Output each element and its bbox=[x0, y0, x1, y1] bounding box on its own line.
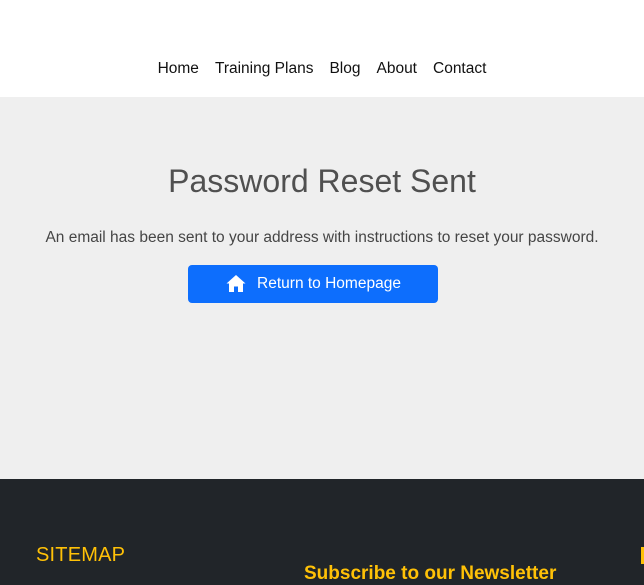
confirmation-message: An email has been sent to your address w… bbox=[45, 229, 599, 246]
main-content: Password Reset Sent An email has been se… bbox=[0, 97, 644, 479]
newsletter-heading: Subscribe to our Newsletter bbox=[304, 563, 557, 584]
home-icon bbox=[225, 273, 247, 295]
nav-item-contact[interactable]: Contact bbox=[425, 58, 494, 80]
return-to-homepage-button[interactable]: Return to Homepage bbox=[188, 265, 438, 303]
nav-item-blog[interactable]: Blog bbox=[321, 58, 368, 80]
nav-item-home[interactable]: Home bbox=[150, 58, 207, 80]
main-nav: Home Training Plans Blog About Contact bbox=[0, 58, 644, 80]
nav-item-training-plans[interactable]: Training Plans bbox=[207, 58, 322, 80]
nav-item-about[interactable]: About bbox=[368, 58, 425, 80]
return-to-homepage-label: Return to Homepage bbox=[257, 275, 401, 292]
site-footer: SITEMAP Subscribe to our Newsletter bbox=[0, 479, 644, 585]
page-title: Password Reset Sent bbox=[168, 163, 476, 199]
sitemap-heading: SITEMAP bbox=[36, 544, 126, 566]
site-header: Home Training Plans Blog About Contact bbox=[0, 0, 644, 97]
